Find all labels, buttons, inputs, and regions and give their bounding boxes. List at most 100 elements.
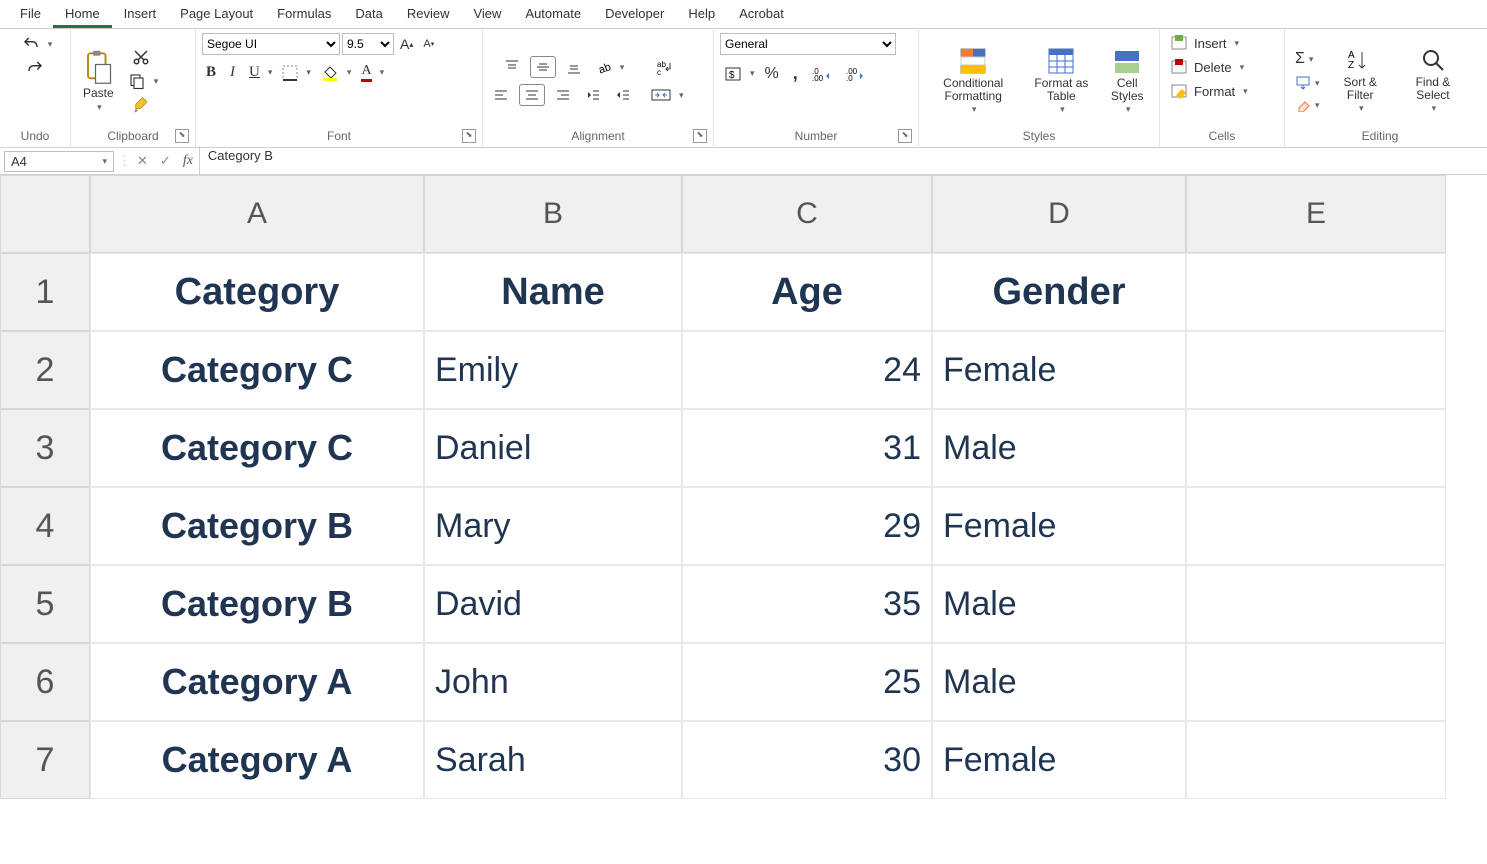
cell-b7[interactable]: Sarah <box>424 721 682 799</box>
menu-help[interactable]: Help <box>676 2 727 28</box>
sort-filter-button[interactable]: AZ Sort & Filter▾ <box>1328 46 1393 116</box>
spreadsheet-grid[interactable]: A B C D E 1 Category Name Age Gender 2 C… <box>0 175 1487 799</box>
accounting-dropdown[interactable]: ▾ <box>750 68 755 79</box>
increase-indent-button[interactable] <box>611 85 635 105</box>
conditional-formatting-button[interactable]: Conditional Formatting▾ <box>925 45 1021 117</box>
underline-button[interactable]: U <box>245 62 264 83</box>
font-name-select[interactable]: Segoe UI <box>202 33 340 55</box>
italic-button[interactable]: I <box>226 62 239 83</box>
align-center-button[interactable] <box>519 84 545 106</box>
cell-e2[interactable] <box>1186 331 1446 409</box>
menu-view[interactable]: View <box>461 2 513 28</box>
menu-data[interactable]: Data <box>343 2 394 28</box>
cell-c1[interactable]: Age <box>682 253 932 331</box>
cell-b4[interactable]: Mary <box>424 487 682 565</box>
cell-b5[interactable]: David <box>424 565 682 643</box>
name-box[interactable]: A4 ▾ <box>4 151 114 172</box>
number-format-select[interactable]: General <box>720 33 896 55</box>
number-dialog-launcher[interactable]: ⬊ <box>898 129 912 143</box>
col-header-b[interactable]: B <box>424 175 682 253</box>
fill-color-dropdown[interactable]: ▾ <box>347 67 352 78</box>
menu-automate[interactable]: Automate <box>513 2 593 28</box>
decrease-indent-button[interactable] <box>581 85 605 105</box>
row-header-4[interactable]: 4 <box>0 487 90 565</box>
insert-function-button[interactable]: fx <box>177 153 199 169</box>
row-header-7[interactable]: 7 <box>0 721 90 799</box>
copy-button[interactable] <box>124 70 150 92</box>
col-header-a[interactable]: A <box>90 175 424 253</box>
cell-a5[interactable]: Category B <box>90 565 424 643</box>
decrease-decimal-button[interactable]: .00.0 <box>842 64 870 84</box>
insert-cells-button[interactable]: Insert▾ <box>1166 33 1243 53</box>
decrease-font-button[interactable]: A▾ <box>419 36 438 52</box>
font-color-button[interactable]: A <box>357 61 375 84</box>
cell-e3[interactable] <box>1186 409 1446 487</box>
cell-c3[interactable]: 31 <box>682 409 932 487</box>
cell-a1[interactable]: Category <box>90 253 424 331</box>
undo-dropdown[interactable]: ▾ <box>48 39 53 50</box>
format-as-table-button[interactable]: Format as Table▾ <box>1025 45 1097 117</box>
align-right-button[interactable] <box>551 85 575 105</box>
cell-b1[interactable]: Name <box>424 253 682 331</box>
col-header-c[interactable]: C <box>682 175 932 253</box>
menu-file[interactable]: File <box>8 2 53 28</box>
redo-button[interactable] <box>22 57 48 79</box>
undo-button[interactable] <box>18 33 44 55</box>
formula-input[interactable]: Category B <box>199 146 1487 176</box>
cell-c4[interactable]: 29 <box>682 487 932 565</box>
cell-a3[interactable]: Category C <box>90 409 424 487</box>
fill-color-button[interactable] <box>317 62 343 84</box>
delete-cells-button[interactable]: Delete▾ <box>1166 57 1248 77</box>
wrap-text-button[interactable]: abc <box>651 57 679 79</box>
cell-b2[interactable]: Emily <box>424 331 682 409</box>
autosum-button[interactable]: Σ▾ <box>1291 48 1317 70</box>
cell-e4[interactable] <box>1186 487 1446 565</box>
cell-c6[interactable]: 25 <box>682 643 932 721</box>
find-select-button[interactable]: Find & Select▾ <box>1397 46 1469 116</box>
underline-dropdown[interactable]: ▾ <box>268 67 273 78</box>
menu-developer[interactable]: Developer <box>593 2 676 28</box>
row-header-2[interactable]: 2 <box>0 331 90 409</box>
merge-dropdown[interactable]: ▾ <box>679 90 684 101</box>
cancel-formula-button[interactable]: ✕ <box>131 153 154 169</box>
cell-a7[interactable]: Category A <box>90 721 424 799</box>
cell-c2[interactable]: 24 <box>682 331 932 409</box>
col-header-e[interactable]: E <box>1186 175 1446 253</box>
cell-styles-button[interactable]: Cell Styles▾ <box>1101 45 1153 117</box>
row-header-5[interactable]: 5 <box>0 565 90 643</box>
menu-review[interactable]: Review <box>395 2 462 28</box>
menu-page-layout[interactable]: Page Layout <box>168 2 265 28</box>
cell-d4[interactable]: Female <box>932 487 1186 565</box>
cell-a6[interactable]: Category A <box>90 643 424 721</box>
cell-d5[interactable]: Male <box>932 565 1186 643</box>
comma-button[interactable]: , <box>789 61 802 86</box>
borders-dropdown[interactable]: ▾ <box>306 67 311 78</box>
copy-dropdown[interactable]: ▾ <box>154 76 159 87</box>
font-dialog-launcher[interactable]: ⬊ <box>462 129 476 143</box>
cell-d7[interactable]: Female <box>932 721 1186 799</box>
alignment-dialog-launcher[interactable]: ⬊ <box>693 129 707 143</box>
increase-font-button[interactable]: A▴ <box>396 34 417 54</box>
cut-button[interactable] <box>128 46 154 68</box>
orientation-dropdown[interactable]: ▾ <box>620 62 625 73</box>
align-bottom-button[interactable] <box>562 57 586 77</box>
cell-d6[interactable]: Male <box>932 643 1186 721</box>
borders-button[interactable] <box>278 63 302 83</box>
accounting-format-button[interactable]: $ <box>720 64 746 84</box>
enter-formula-button[interactable]: ✓ <box>154 153 177 169</box>
cell-c7[interactable]: 30 <box>682 721 932 799</box>
align-top-button[interactable] <box>500 57 524 77</box>
cell-c5[interactable]: 35 <box>682 565 932 643</box>
cell-a2[interactable]: Category C <box>90 331 424 409</box>
format-painter-button[interactable] <box>127 94 155 116</box>
font-color-dropdown[interactable]: ▾ <box>380 67 385 78</box>
percent-button[interactable]: % <box>761 63 783 85</box>
bold-button[interactable]: B <box>202 62 220 83</box>
menu-home[interactable]: Home <box>53 2 112 28</box>
menu-acrobat[interactable]: Acrobat <box>727 2 796 28</box>
font-size-select[interactable]: 9.5 <box>342 33 394 55</box>
cell-b3[interactable]: Daniel <box>424 409 682 487</box>
select-all-corner[interactable] <box>0 175 90 253</box>
format-cells-button[interactable]: Format▾ <box>1166 81 1252 101</box>
cell-e6[interactable] <box>1186 643 1446 721</box>
